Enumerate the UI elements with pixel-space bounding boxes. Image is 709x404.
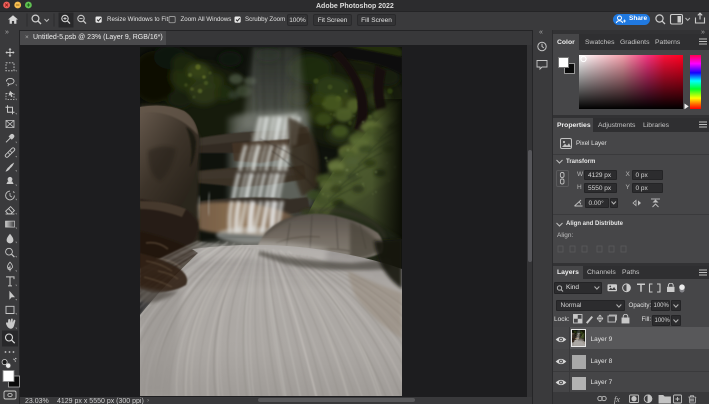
svg-text:fx: fx [614,395,620,404]
